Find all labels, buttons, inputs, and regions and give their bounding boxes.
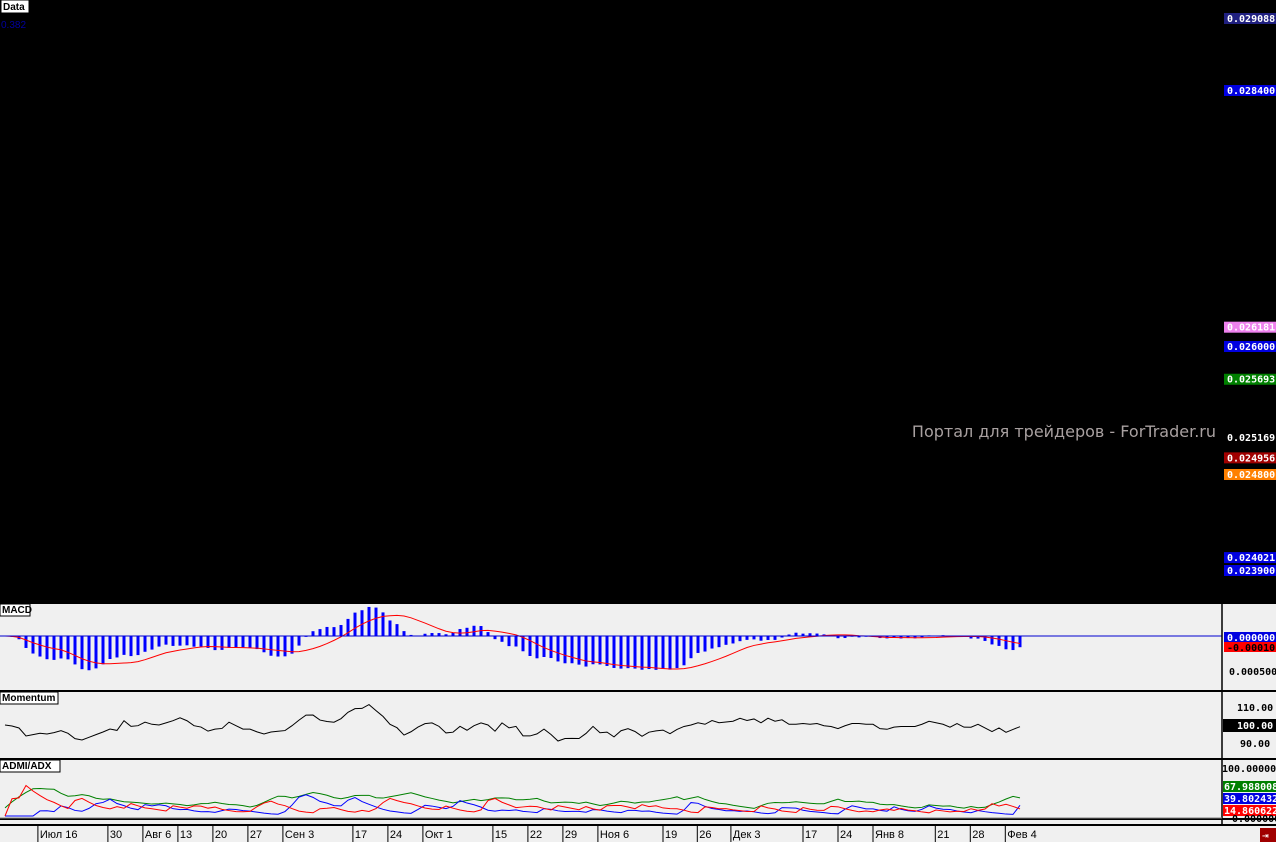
price-label: 0.025693 — [1224, 373, 1276, 386]
adx-title: ADMI/ADX — [2, 761, 52, 772]
time-label: Янв 8 — [875, 829, 904, 841]
price-label: 0.024800 — [1224, 469, 1276, 481]
pane-separator — [0, 824, 1276, 826]
macd-title: MACD — [2, 605, 32, 616]
price-label: 0.028400 — [1224, 85, 1276, 97]
time-label: Июл 16 — [40, 829, 78, 841]
price-label-text: 0.028400 — [1227, 86, 1275, 97]
price-label-text: 0.024956 — [1227, 453, 1275, 464]
time-label: 17 — [805, 829, 817, 841]
time-label: 29 — [565, 829, 577, 841]
time-axis: Июл 16 30 Авг 6 13 20 27 Сен 3 17 24 Окт 1 15 22 29 Н… — [37, 826, 1037, 842]
pane-separator — [0, 758, 1276, 760]
time-label: Окт 1 — [425, 829, 453, 841]
time-label: 28 — [972, 829, 984, 841]
time-label: 13 — [180, 829, 192, 841]
time-label: 19 — [665, 829, 677, 841]
time-label: 26 — [699, 829, 711, 841]
adx-label-text: 67.988008 — [1224, 782, 1276, 793]
time-label: Ноя 6 — [600, 829, 629, 841]
time-label: 17 — [355, 829, 367, 841]
momentum-current-label: 100.00 — [1237, 721, 1273, 732]
price-label-text: 0.024021 — [1227, 553, 1275, 564]
price-label: 0.024956 — [1224, 452, 1276, 464]
chart-title: Data — [3, 2, 25, 13]
adx-tick-label: 100.000000 — [1222, 764, 1276, 775]
pane-separator — [0, 602, 1276, 604]
pane-separator — [0, 0, 1276, 602]
price-label-text: 0.025169 — [1227, 433, 1275, 444]
price-label-text: 0.029088 — [1227, 14, 1275, 25]
price-label: 0.023900 — [1224, 565, 1276, 577]
fib-label: 0.382 — [1, 20, 26, 31]
arrow-right-icon: ⇥ — [1262, 829, 1269, 842]
price-label-text: 0.025693 — [1227, 375, 1275, 386]
time-label: 21 — [937, 829, 949, 841]
time-label: 20 — [215, 829, 227, 841]
trading-chart[interactable]: 0.027500 0.029088 0.028400 0.026181 0.026000… — [0, 0, 1276, 842]
time-label: 15 — [495, 829, 507, 841]
price-label-text: 0.026181 — [1227, 323, 1275, 334]
pane-separator — [0, 690, 1276, 692]
adx-tick-label: 0.000000 — [1232, 814, 1276, 825]
time-label: 24 — [390, 829, 402, 841]
time-label: 30 — [110, 829, 122, 841]
time-label: 24 — [840, 829, 852, 841]
price-label: 0.026181 — [1224, 321, 1276, 334]
macd-tick-label: 0.000500 — [1229, 667, 1276, 678]
price-label: 0.029088 — [1224, 13, 1276, 25]
price-label: 0.025169 — [1224, 432, 1276, 444]
macd-label-text: -0.000101 — [1227, 643, 1276, 654]
scroll-to-end-button[interactable]: ⇥ — [1260, 828, 1276, 842]
time-label: Фев 4 — [1007, 829, 1037, 841]
momentum-tick-label: 110.00 — [1237, 703, 1273, 714]
time-label: Авг 6 — [145, 829, 171, 841]
price-label-text: 0.024800 — [1227, 470, 1275, 481]
momentum-title: Momentum — [2, 693, 55, 704]
price-label: 0.024021 — [1224, 552, 1276, 564]
price-label-text: 0.023900 — [1227, 566, 1275, 577]
time-label: 27 — [250, 829, 262, 841]
time-label: Сен 3 — [285, 829, 314, 841]
adx-label-text: 39.802432 — [1224, 794, 1276, 805]
price-label-text: 0.026000 — [1227, 342, 1275, 353]
time-label: Дек 3 — [733, 829, 761, 841]
time-label: 22 — [530, 829, 542, 841]
price-tick-label: 0.027500 — [1229, 182, 1276, 193]
momentum-tick-label: 90.00 — [1240, 739, 1270, 750]
watermark: Портал для трейдеров - ForTrader.ru — [912, 422, 1216, 441]
price-label: 0.026000 — [1224, 341, 1276, 353]
